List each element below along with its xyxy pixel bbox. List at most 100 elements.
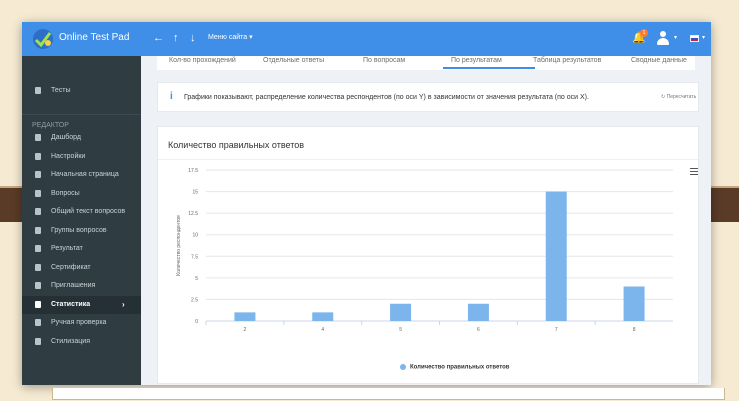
sidebar-item-result[interactable]: Результат: [22, 240, 141, 258]
info-panel: i Графики показывают, распределение коли…: [157, 82, 699, 112]
notification-badge: 1: [640, 29, 648, 37]
common-text-icon: [35, 208, 41, 215]
chart-area: 0 2.5 5 7.5 10 12.5 15 17.5 Количество респонден…: [158, 160, 698, 384]
y-axis-title: Количество респондентов: [176, 215, 182, 276]
tab-summary-data[interactable]: Сводные данные: [631, 57, 687, 64]
sidebar-item-statistics[interactable]: Статистика ›: [22, 296, 141, 314]
sidebar-item-label: Настройки: [51, 153, 86, 160]
x-tick-label: 2: [244, 327, 247, 333]
chart-bar[interactable]: [312, 312, 334, 321]
app-logo-icon[interactable]: [32, 28, 54, 50]
sidebar-item-label: Группы вопросов: [51, 227, 107, 234]
info-icon: i: [170, 91, 173, 102]
chevron-right-icon: ›: [122, 300, 125, 309]
question-groups-icon: [35, 227, 41, 234]
sidebar-item-label: Статистика: [51, 301, 91, 308]
sidebar-item-label: Ручная проверка: [51, 319, 107, 326]
chart-bar[interactable]: [467, 303, 489, 321]
info-text: Графики показывают, распределение количе…: [184, 94, 589, 101]
dashboard-icon: [35, 134, 41, 141]
styling-icon: [35, 338, 41, 345]
arrow-down-icon[interactable]: ↓: [190, 31, 196, 45]
arrow-up-icon[interactable]: ↑: [173, 31, 179, 45]
settings-icon: [35, 153, 41, 160]
sidebar-item-start-page[interactable]: Начальная страница: [22, 166, 141, 184]
chart-card: Количество правильных ответов 0 2.5 5 7.5 10…: [157, 126, 699, 384]
sidebar: Тесты РЕДАКТОР Дашборд Настройки Начальн…: [22, 56, 141, 385]
sidebar-item-label: Тесты: [51, 87, 71, 94]
sidebar-item-tests[interactable]: Тесты: [22, 82, 141, 100]
result-icon: [35, 245, 41, 252]
sidebar-section-editor: РЕДАКТОР: [32, 122, 69, 129]
sidebar-item-label: Результат: [51, 245, 83, 252]
site-menu-dropdown[interactable]: Меню сайта ▾: [208, 33, 253, 41]
chart-bar[interactable]: [545, 191, 567, 321]
sidebar-item-invitations[interactable]: Приглашения: [22, 277, 141, 295]
main-content: Кол-во прохождений Отдельные ответы По в…: [141, 56, 711, 385]
sidebar-item-styling[interactable]: Стилизация: [22, 333, 141, 351]
legend-dot-icon: [400, 364, 406, 370]
recalculate-label: Пересчитать: [666, 94, 697, 100]
y-tick-label: 12.5: [188, 211, 198, 217]
sidebar-item-label: Начальная страница: [51, 171, 119, 178]
app-title[interactable]: Online Test Pad: [59, 32, 129, 43]
user-avatar-icon[interactable]: [656, 30, 670, 46]
y-tick-label: 15: [192, 190, 198, 196]
manual-check-icon: [35, 319, 41, 326]
bar-chart: 0 2.5 5 7.5 10 12.5 15 17.5 Количество респонден…: [176, 168, 673, 333]
y-tick-label: 17.5: [188, 168, 198, 174]
start-page-icon: [35, 171, 41, 178]
chart-bar[interactable]: [390, 303, 412, 321]
top-bar: Online Test Pad ← ↑ ↓ Меню сайта ▾ 🔔 1 ▾…: [22, 22, 711, 56]
questions-icon: [35, 190, 41, 197]
sidebar-item-questions[interactable]: Вопросы: [22, 185, 141, 203]
tab-separate-answers[interactable]: Отдельные ответы: [263, 57, 324, 64]
chart-card-title: Количество правильных ответов: [168, 140, 305, 150]
sidebar-divider: [22, 114, 141, 115]
certificate-icon: [35, 264, 41, 271]
sidebar-item-label: Сертификат: [51, 264, 91, 271]
y-tick-label: 2.5: [191, 297, 198, 303]
y-tick-label: 5: [195, 276, 198, 282]
language-caret-icon[interactable]: ▾: [702, 34, 705, 41]
sidebar-item-settings[interactable]: Настройки: [22, 148, 141, 166]
bottom-strip: [52, 388, 725, 400]
chart-bar[interactable]: [234, 312, 256, 321]
x-tick-label: 5: [399, 327, 402, 333]
site-menu-label: Меню сайта: [208, 34, 248, 41]
statistics-tabs: Кол-во прохождений Отдельные ответы По в…: [157, 56, 695, 70]
chart-menu-icon[interactable]: [690, 168, 698, 177]
statistics-icon: [35, 301, 41, 308]
recalculate-button[interactable]: ↻ Пересчитать: [661, 94, 696, 100]
x-tick-label: 4: [321, 327, 324, 333]
tab-completions-count[interactable]: Кол-во прохождений: [169, 57, 236, 64]
chart-bar[interactable]: [623, 286, 645, 321]
sidebar-item-question-groups[interactable]: Группы вопросов: [22, 222, 141, 240]
active-tab-indicator: [443, 67, 535, 69]
russian-flag-icon[interactable]: [690, 35, 699, 42]
y-tick-label: 7.5: [191, 254, 198, 260]
sidebar-item-common-text[interactable]: Общий текст вопросов: [22, 203, 141, 221]
app-window: Online Test Pad ← ↑ ↓ Меню сайта ▾ 🔔 1 ▾…: [22, 22, 725, 400]
sidebar-item-label: Приглашения: [51, 282, 96, 289]
user-menu-caret-icon[interactable]: ▾: [674, 34, 677, 41]
x-tick-label: 7: [555, 327, 558, 333]
sidebar-item-label: Стилизация: [51, 338, 90, 345]
chart-legend-item[interactable]: Количество правильных ответов: [400, 364, 509, 371]
x-tick-label: 8: [633, 327, 636, 333]
invitations-icon: [35, 282, 41, 289]
sidebar-item-label: Общий текст вопросов: [51, 208, 126, 215]
tab-by-results[interactable]: По результатам: [451, 57, 502, 64]
tests-icon: [35, 87, 41, 94]
tab-results-table[interactable]: Таблица результатов: [533, 57, 601, 64]
sidebar-item-certificate[interactable]: Сертификат: [22, 259, 141, 277]
x-tick-label: 6: [477, 327, 480, 333]
tab-by-questions[interactable]: По вопросам: [363, 57, 405, 64]
sidebar-item-dashboard[interactable]: Дашборд: [22, 129, 141, 147]
y-tick-label: 0: [195, 319, 198, 325]
sidebar-item-manual-check[interactable]: Ручная проверка: [22, 314, 141, 332]
y-tick-label: 10: [192, 233, 198, 239]
legend-label: Количество правильных ответов: [410, 364, 510, 371]
sidebar-item-label: Вопросы: [51, 190, 80, 197]
arrow-left-icon[interactable]: ←: [153, 31, 164, 45]
